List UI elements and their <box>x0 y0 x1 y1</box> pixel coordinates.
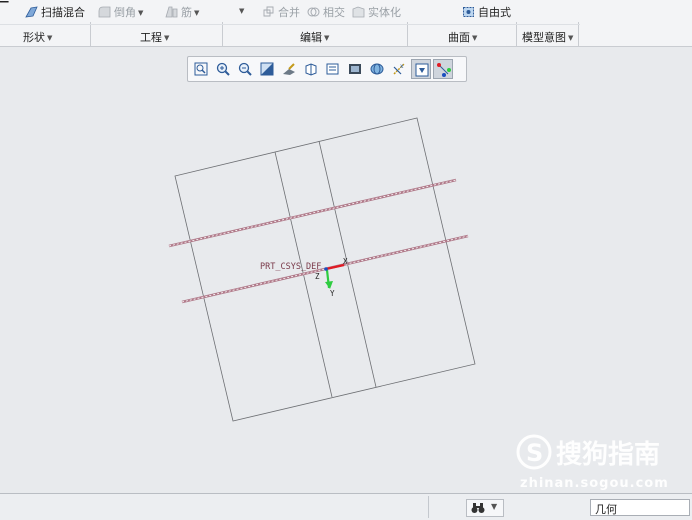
selection-filter-dropdown[interactable]: 几何 <box>590 499 690 516</box>
refit-icon <box>194 62 208 76</box>
find-button[interactable]: ▼ <box>466 499 504 517</box>
datum-display-button[interactable]: x <box>389 59 409 79</box>
repaint-button[interactable] <box>257 59 277 79</box>
view-manager-icon <box>349 64 361 74</box>
annotation-display-icon <box>415 63 429 77</box>
refit-button[interactable] <box>191 59 211 79</box>
perspective-view-button[interactable] <box>367 59 387 79</box>
zoom-in-button[interactable] <box>213 59 233 79</box>
svg-text:S: S <box>526 439 543 467</box>
display-style-icon <box>305 63 317 76</box>
view-orientation-icon <box>283 63 295 75</box>
display-style-button[interactable] <box>301 59 321 79</box>
watermark-url: zhinan.sogou.com <box>520 476 669 491</box>
watermark-brand: 搜狗指南 <box>556 440 661 470</box>
status-divider <box>428 496 429 518</box>
zoom-in-icon <box>216 62 230 76</box>
saved-orientations-button[interactable] <box>323 59 343 79</box>
find-dropdown-caret[interactable]: ▼ <box>491 502 497 511</box>
zoom-out-icon <box>238 62 252 76</box>
svg-text:x: x <box>400 63 404 70</box>
saved-orientations-icon <box>326 63 339 75</box>
repaint-icon <box>260 62 274 76</box>
csys-origin <box>324 267 328 271</box>
zoom-out-button[interactable] <box>235 59 255 79</box>
sogou-logo-icon: S <box>516 434 552 470</box>
csys-x-label: X <box>343 257 348 266</box>
spin-center-icon <box>437 63 451 77</box>
datum-display-icon: x <box>393 63 405 75</box>
spin-center-button[interactable] <box>433 59 453 79</box>
view-orientation-button[interactable] <box>279 59 299 79</box>
perspective-view-icon <box>370 63 384 75</box>
graphics-toolbar: x <box>187 56 467 82</box>
annotation-display-button[interactable] <box>411 59 431 79</box>
csys-y-label: Y <box>330 289 335 298</box>
binoculars-icon <box>471 503 485 513</box>
status-bar: ▼ 几何 <box>0 493 692 520</box>
coordinate-system[interactable] <box>324 263 345 289</box>
csys-label[interactable]: PRT_CSYS_DEF <box>260 262 321 272</box>
csys-z-label: Z <box>315 272 320 281</box>
view-manager-button[interactable] <box>345 59 365 79</box>
